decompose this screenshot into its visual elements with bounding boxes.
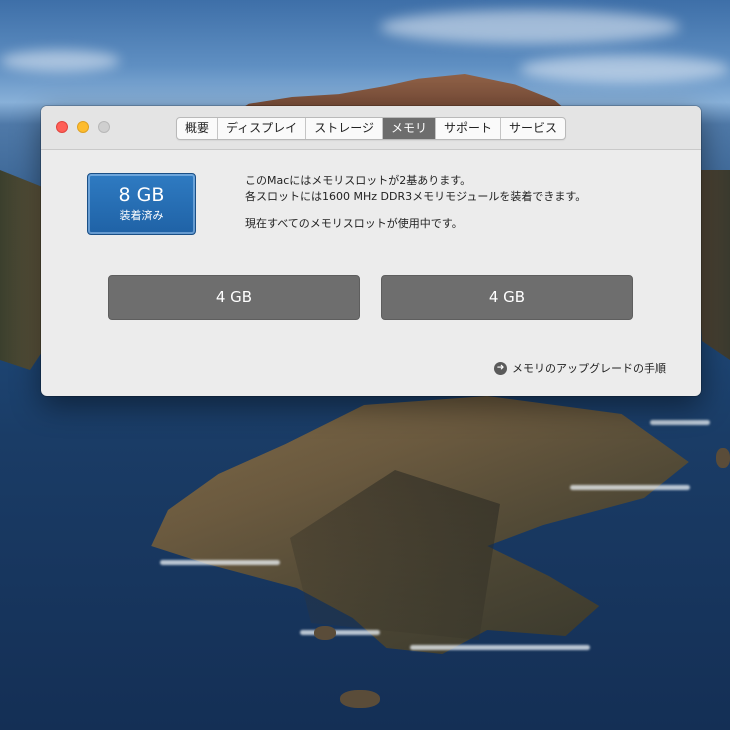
info-line-usage: 現在すべてのメモリスロットが使用中です。 xyxy=(245,217,463,230)
tab-memory[interactable]: メモリ xyxy=(382,118,436,139)
minimize-button[interactable] xyxy=(77,121,89,133)
small-rock xyxy=(314,626,336,640)
tab-displays[interactable]: ディスプレイ xyxy=(218,118,307,139)
info-line-spec: 各スロットには1600 MHz DDR3メモリモジュールを装着できます。 xyxy=(245,190,587,203)
small-rock xyxy=(340,690,380,708)
surf xyxy=(300,630,380,635)
memory-slot-2: 4 GB xyxy=(381,275,633,320)
cloud xyxy=(0,50,120,72)
cloud xyxy=(380,10,680,44)
close-button[interactable] xyxy=(56,121,68,133)
tab-bar: 概要 ディスプレイ ストレージ メモリ サポート サービス xyxy=(176,117,566,140)
surf xyxy=(410,645,590,650)
cloud xyxy=(520,55,730,83)
tab-service[interactable]: サービス xyxy=(501,118,565,139)
total-memory-badge: 8 GB 装着済み xyxy=(87,173,196,235)
info-line-slots: このMacにはメモリスロットが2基あります。 xyxy=(245,174,472,187)
tab-support[interactable]: サポート xyxy=(436,118,501,139)
total-memory-status: 装着済み xyxy=(119,209,164,222)
surf xyxy=(570,485,690,490)
memory-upgrade-link[interactable]: ➜ メモリのアップグレードの手順 xyxy=(494,360,666,376)
zoom-button[interactable] xyxy=(98,121,110,133)
memory-info-text: このMacにはメモリスロットが2基あります。 各スロットには1600 MHz D… xyxy=(245,173,586,232)
memory-slot-1: 4 GB xyxy=(108,275,360,320)
surf xyxy=(650,420,710,425)
memory-upgrade-link-label: メモリのアップグレードの手順 xyxy=(512,362,666,375)
surf xyxy=(160,560,280,565)
tab-overview[interactable]: 概要 xyxy=(177,118,219,139)
about-this-mac-window: 概要 ディスプレイ ストレージ メモリ サポート サービス 8 GB 装着済み … xyxy=(41,106,701,396)
small-rock xyxy=(716,448,730,468)
window-titlebar[interactable]: 概要 ディスプレイ ストレージ メモリ サポート サービス xyxy=(41,106,701,150)
memory-panel: 8 GB 装着済み このMacにはメモリスロットが2基あります。 各スロットには… xyxy=(41,150,701,396)
tab-storage[interactable]: ストレージ xyxy=(306,118,383,139)
arrow-right-circle-icon: ➜ xyxy=(494,361,507,375)
total-memory-size: 8 GB xyxy=(118,184,165,206)
